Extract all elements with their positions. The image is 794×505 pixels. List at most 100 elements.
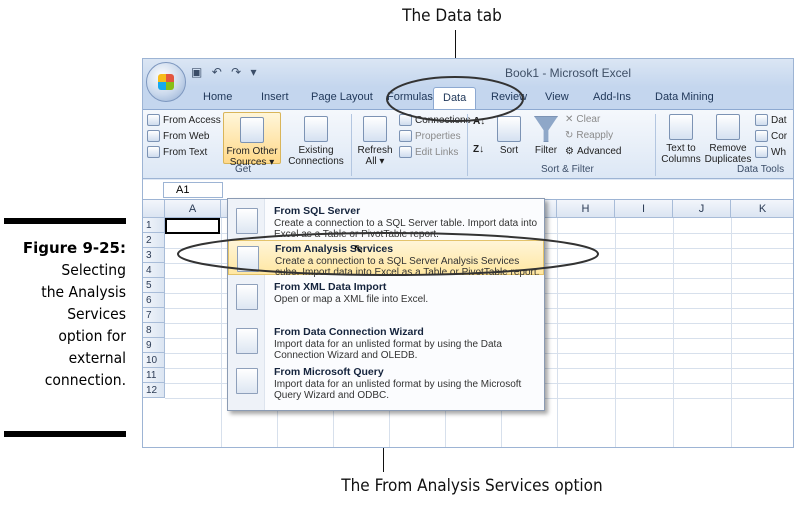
document-icon: [304, 116, 328, 142]
menu-item-from-data-connection-wizard[interactable]: From Data Connection Wizard Import data …: [228, 316, 544, 361]
caption-line: option for: [58, 327, 126, 345]
menu-item-title: From Analysis Services: [275, 243, 394, 255]
what-if-button[interactable]: Wh: [755, 146, 786, 158]
column-header[interactable]: A: [165, 200, 221, 218]
active-cell-a1[interactable]: [165, 218, 220, 234]
select-all-corner[interactable]: [143, 200, 165, 218]
remove-line1: Remove: [709, 143, 747, 154]
caption-top-rule: [4, 218, 126, 224]
caption-line: connection.: [44, 371, 126, 389]
advanced-button[interactable]: ⚙ Advanced: [565, 146, 621, 157]
tab-add-ins[interactable]: Add-Ins: [593, 91, 631, 103]
row-header[interactable]: 6: [143, 293, 165, 308]
row-header[interactable]: 12: [143, 383, 165, 398]
row-header[interactable]: 8: [143, 323, 165, 338]
filter-label: Filter: [534, 145, 558, 156]
row-header[interactable]: 3: [143, 248, 165, 263]
link-icon: [399, 146, 412, 158]
tab-review[interactable]: Review: [491, 91, 527, 103]
refresh-line2: All ▾: [365, 156, 385, 167]
figure-caption: Figure 9-25: Selecting the Analysis Serv…: [4, 237, 126, 391]
remove-duplicates-button[interactable]: Remove Duplicates: [703, 114, 753, 165]
row-header[interactable]: 1: [143, 218, 165, 233]
clear-icon: ✕: [565, 114, 574, 125]
data-tools-group-label: Data Tools: [737, 164, 785, 175]
caption-line: Services: [67, 305, 126, 323]
data-validation-button[interactable]: Dat: [755, 114, 787, 126]
row-header[interactable]: 4: [143, 263, 165, 278]
from-text-button[interactable]: From Text: [147, 146, 207, 158]
properties-button[interactable]: Properties: [399, 130, 461, 142]
row-header[interactable]: 9: [143, 338, 165, 353]
row-header[interactable]: 7: [143, 308, 165, 323]
tab-data-mining[interactable]: Data Mining: [655, 91, 714, 103]
group-separator: [655, 114, 656, 176]
refresh-icon: [363, 116, 387, 142]
from-other-line1: From Other: [226, 146, 278, 157]
row-header[interactable]: 2: [143, 233, 165, 248]
tab-data[interactable]: Data: [433, 87, 477, 110]
tab-formulas[interactable]: Formulas: [387, 91, 433, 103]
tab-insert[interactable]: Insert: [261, 91, 289, 103]
text-to-columns-button[interactable]: Text to Columns: [659, 114, 703, 165]
refresh-all-button[interactable]: Refresh All ▾: [355, 116, 395, 167]
sort-filter-group-label: Sort & Filter: [541, 164, 594, 175]
sort-descending-button[interactable]: Z↓: [473, 144, 484, 155]
sort-button[interactable]: Sort: [493, 116, 525, 156]
existing-line2: Connections: [288, 156, 344, 167]
filter-button[interactable]: Filter: [531, 116, 561, 156]
from-web-label: From Web: [163, 130, 210, 142]
from-other-sources-button[interactable]: From Other Sources ▾: [223, 112, 281, 168]
caption-line: the Analysis: [41, 283, 126, 301]
menu-item-description: Import data for an unlisted format by us…: [274, 339, 502, 361]
edit-links-label: Edit Links: [415, 146, 459, 158]
validation-icon: [755, 114, 768, 126]
column-header[interactable]: I: [615, 200, 673, 218]
grid-line: [673, 218, 674, 447]
caption-bottom-rule: [4, 431, 126, 437]
connections-button[interactable]: Connections: [399, 114, 471, 126]
name-box[interactable]: A1: [163, 182, 223, 198]
reapply-button[interactable]: ↻ Reapply: [565, 130, 613, 141]
tab-page-layout[interactable]: Page Layout: [311, 91, 373, 103]
text-to-line1: Text to: [666, 143, 696, 154]
menu-item-from-analysis-services[interactable]: From Analysis Services Create a connecti…: [228, 240, 544, 278]
from-web-button[interactable]: From Web: [147, 130, 210, 142]
office-button[interactable]: [146, 62, 186, 102]
menu-item-title: From Microsoft Query: [274, 366, 384, 378]
menu-item-description: Open or map a XML file into Excel.: [274, 294, 429, 305]
column-header[interactable]: J: [673, 200, 731, 218]
menu-item-from-microsoft-query[interactable]: From Microsoft Query Import data for an …: [228, 362, 544, 406]
sort-label: Sort: [499, 145, 519, 156]
existing-connections-button[interactable]: Existing Connections: [285, 116, 347, 167]
edit-links-button[interactable]: Edit Links: [399, 146, 458, 158]
ribbon-tabs: Home Insert Page Layout Formulas Data Re…: [143, 87, 793, 110]
text-to-columns-icon: [669, 114, 693, 140]
text-file-icon: [147, 146, 160, 158]
sort-ascending-button[interactable]: A↓: [473, 116, 485, 127]
text-to-line2: Columns: [661, 154, 701, 165]
from-access-button[interactable]: From Access: [147, 114, 221, 126]
title-bar: ▣ ↶ ↷ ▾ Book1 - Microsoft Excel: [143, 59, 793, 102]
column-header[interactable]: H: [557, 200, 615, 218]
tab-view[interactable]: View: [545, 91, 569, 103]
menu-item-description: Create a connection to a SQL Server tabl…: [274, 218, 538, 240]
grid-line: [731, 218, 732, 447]
menu-item-from-xml-data-import[interactable]: From XML Data Import Open or map a XML f…: [228, 279, 544, 311]
row-header[interactable]: 11: [143, 368, 165, 383]
clear-button[interactable]: ✕ Clear: [565, 114, 600, 125]
menu-item-from-sql-server[interactable]: From SQL Server Create a connection to a…: [228, 203, 544, 240]
what-if-icon: [755, 146, 768, 158]
column-header[interactable]: K: [731, 200, 793, 218]
remove-duplicates-icon: [716, 114, 740, 140]
tab-home[interactable]: Home: [203, 91, 232, 103]
clear-label: Clear: [576, 114, 601, 125]
analysis-services-callout: The From Analysis Services option: [341, 476, 603, 496]
row-header[interactable]: 5: [143, 278, 165, 293]
excel-window: ▣ ↶ ↷ ▾ Book1 - Microsoft Excel Home Ins…: [142, 58, 794, 448]
row-header[interactable]: 10: [143, 353, 165, 368]
consolidate-button[interactable]: Cor: [755, 130, 787, 142]
figure-label: Figure 9-25:: [22, 239, 126, 257]
from-access-label: From Access: [163, 114, 221, 126]
filter-icon: [534, 116, 558, 142]
